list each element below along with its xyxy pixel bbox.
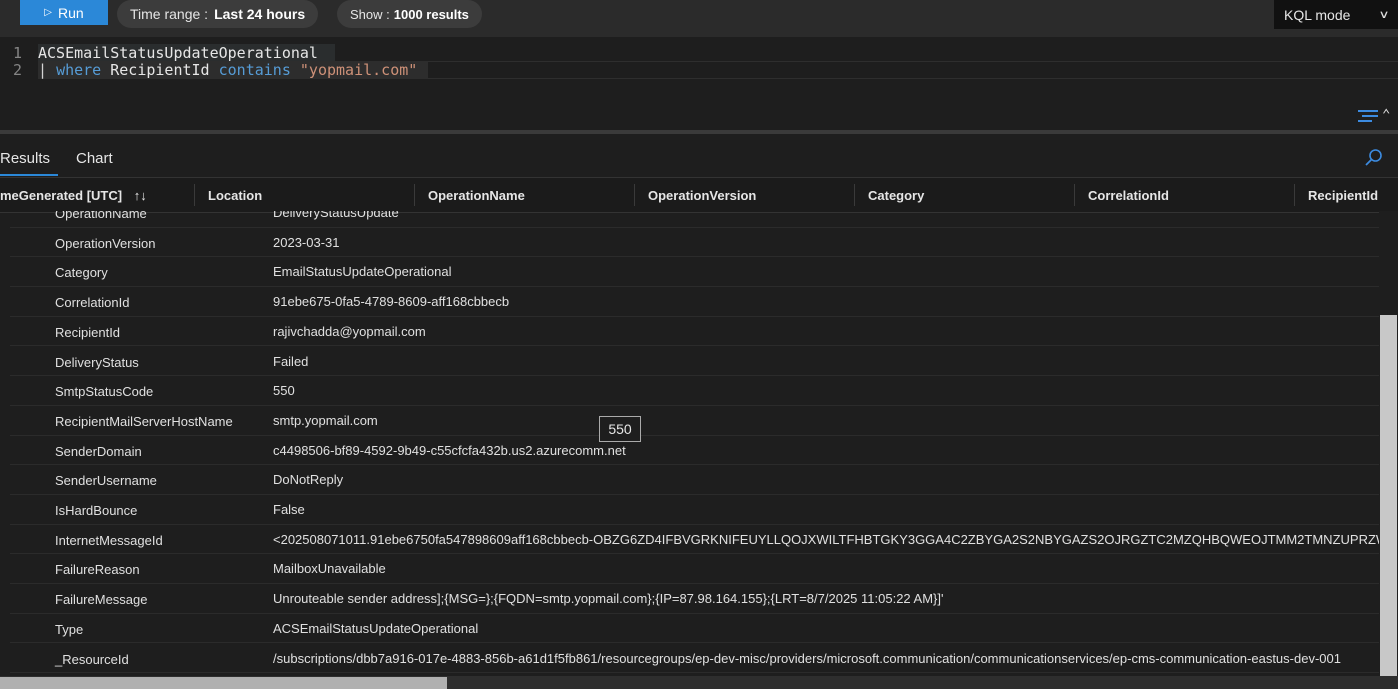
string-token: "yopmail.com" [299,61,418,79]
time-range-button[interactable]: Time range : Last 24 hours [117,0,319,28]
column-divider[interactable] [414,184,415,206]
active-tab-indicator [0,174,58,176]
column-header-category[interactable]: Category [868,188,924,203]
detail-key: OperationName [55,211,147,221]
detail-key: RecipientId [55,324,121,340]
column-divider[interactable] [194,184,195,206]
detail-value[interactable]: 2023-03-31 [273,235,340,250]
detail-row[interactable]: Category EmailStatusUpdateOperational [10,257,1379,288]
detail-value[interactable]: rajivchadda@yopmail.com [273,324,426,339]
detail-row[interactable]: OperationVersion 2023-03-31 [10,228,1379,258]
chevron-down-icon: ∨ [1378,9,1390,21]
keyword-token: contains [218,61,291,79]
detail-key: OperationVersion [55,235,156,251]
detail-value[interactable]: DoNotReply [273,472,343,487]
detail-key: _ResourceId [55,651,129,667]
detail-key: DeliveryStatus [55,354,139,370]
column-header-operationversion[interactable]: OperationVersion [648,188,756,203]
detail-row[interactable]: InternetMessageId <202508071011.91ebe6750… [10,525,1379,555]
column-header-timegenerated[interactable]: meGenerated [UTC] ↑↓ [0,188,147,203]
word-wrap-icon[interactable] [1358,109,1378,123]
sort-icon[interactable]: ↑↓ [134,188,147,203]
detail-key: FailureReason [55,562,140,578]
detail-row[interactable]: SenderUsername DoNotReply [10,465,1379,495]
detail-key: IsHardBounce [55,503,138,518]
kql-mode-label: KQL mode [1284,6,1351,23]
detail-row[interactable]: DeliveryStatus Failed [10,347,1379,377]
show-label: Show : [350,6,390,22]
record-detail-list[interactable]: OperationName DeliveryStatusUpdate Operati… [0,211,1379,676]
detail-row[interactable]: FailureReason MailboxUnavailable [10,554,1379,585]
column-divider[interactable] [1294,184,1295,206]
detail-key: CorrelationId [55,295,130,311]
detail-value[interactable]: MailboxUnavailable [273,561,386,576]
tab-results[interactable]: Results [0,150,50,167]
column-header-location[interactable]: Location [208,188,262,203]
detail-key: FailureMessage [55,592,148,608]
detail-key: SenderUsername [55,473,157,489]
vertical-scrollbar-thumb[interactable] [1380,315,1397,676]
detail-row[interactable]: SmtpStatusCode 550 [10,376,1379,406]
detail-row[interactable]: _ResourceId/subscriptions/dbb7a916-017e-… [10,644,1379,674]
collapse-up-icon[interactable]: ⌃ [1382,107,1390,123]
detail-key: InternetMessageId [55,532,163,548]
search-icon[interactable] [1364,148,1384,168]
detail-value[interactable]: DeliveryStatusUpdate [273,211,399,220]
results-tabbar: Results Chart [0,134,1398,176]
code-line-1[interactable]: 1 ACSEmailStatusUpdateOperational [0,44,318,62]
detail-value[interactable]: 550 [273,383,295,398]
detail-value[interactable]: <202508071011.91ebe6750fa547898609aff168… [273,532,1379,547]
detail-value[interactable]: EmailStatusUpdateOperational [273,264,452,279]
play-icon: ▷ [44,7,52,18]
kql-mode-dropdown[interactable]: KQL mode ∨ [1274,0,1398,29]
detail-value[interactable]: Failed [273,354,308,369]
detail-value[interactable]: c4498506-bf89-4592-9b49-c55cfcfa432b.us2… [273,443,626,458]
column-header-correlationid[interactable]: CorrelationId [1088,188,1169,203]
detail-row[interactable]: RecipientMailServerHostName smtp.yopmail.… [10,406,1379,436]
detail-key: SmtpStatusCode [55,384,154,400]
results-header-row: meGenerated [UTC] ↑↓ Location OperationN… [0,177,1398,213]
detail-row[interactable]: IsHardBounce False [10,495,1379,525]
detail-value[interactable]: Unrouteable sender address];{MSG=};{FQDN… [273,591,943,606]
detail-row[interactable]: Type ACSEmailStatusUpdateOperational [10,614,1379,644]
time-range-value: Last 24 hours [214,6,306,22]
column-header-operationname[interactable]: OperationName [428,188,525,203]
show-value: 1000 results [393,6,469,22]
detail-row[interactable]: SenderDomain c4498506-bf89-4592-9b49-c55c… [10,436,1379,466]
detail-row[interactable]: RecipientId rajivchadda@yopmail.com [10,317,1379,347]
field-token: RecipientId [110,61,210,79]
column-header-recipientid[interactable]: RecipientId [1308,188,1378,203]
detail-row[interactable]: OperationName DeliveryStatusUpdate [10,211,1379,228]
detail-value[interactable]: smtp.yopmail.com [273,413,378,428]
column-divider[interactable] [634,184,635,206]
detail-value[interactable]: ACSEmailStatusUpdateOperational [273,621,478,636]
detail-key: SenderDomain [55,443,142,459]
code-line-2[interactable]: 2 | where RecipientId contains "yopmail.… [0,61,417,79]
detail-key: Type [55,621,84,637]
column-header-label: meGenerated [UTC] [0,188,123,203]
toolbar: ▷ Run Time range : Last 24 hours Show : … [0,0,1398,37]
detail-key: Category [55,265,108,281]
query-editor[interactable]: 1 ACSEmailStatusUpdateOperational 2 | wh… [0,37,1398,130]
pipe-token: | [38,61,48,79]
cell-tooltip: 550 [599,416,641,442]
time-range-label: Time range : [130,6,209,22]
line-number: 1 [12,44,22,62]
detail-row[interactable]: FailureMessage Unrouteable sender address… [10,584,1379,614]
detail-value[interactable]: /subscriptions/dbb7a916-017e-4883-856b-a… [273,651,1341,666]
run-label: Run [58,4,84,21]
column-divider[interactable] [854,184,855,206]
detail-key: RecipientMailServerHostName [55,413,233,429]
column-divider[interactable] [1074,184,1075,206]
line-number: 2 [12,61,22,79]
detail-row[interactable]: CorrelationId 91ebe675-0fa5-4789-8609-aff… [10,287,1379,317]
table-name-token: ACSEmailStatusUpdateOperational [38,44,318,62]
horizontal-scrollbar-thumb[interactable] [0,677,447,689]
keyword-token: where [56,61,102,79]
detail-value[interactable]: 91ebe675-0fa5-4789-8609-aff168cbbecb [273,294,509,309]
run-button[interactable]: ▷ Run [20,0,108,25]
show-results-button[interactable]: Show : 1000 results [337,0,482,28]
tab-chart[interactable]: Chart [76,150,113,167]
detail-value[interactable]: False [273,502,305,517]
